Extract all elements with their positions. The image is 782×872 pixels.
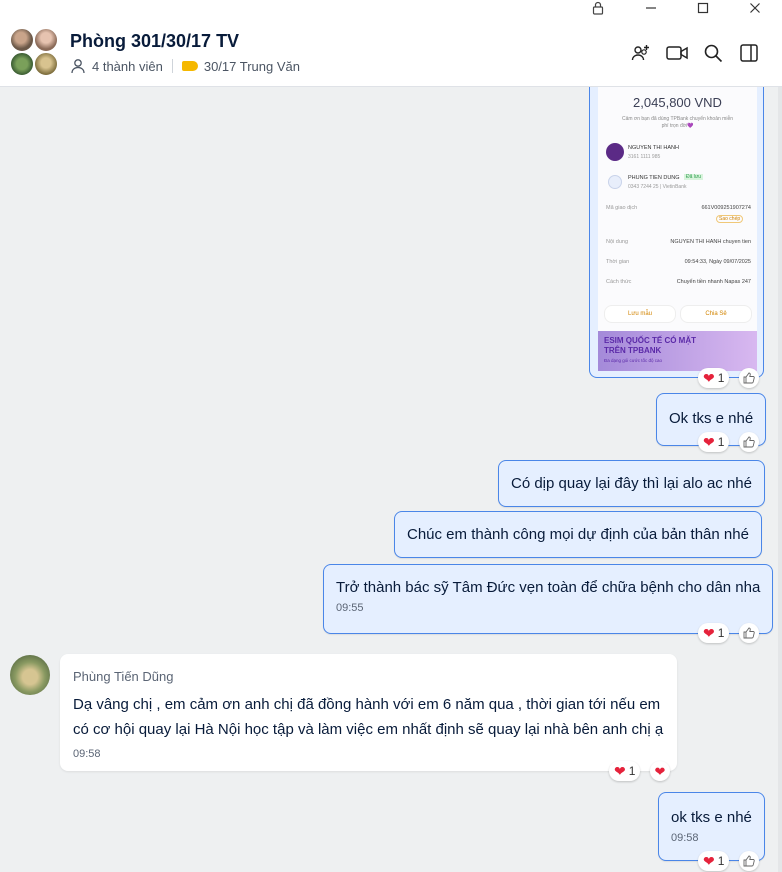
receiver-bank-logo: [608, 175, 622, 189]
incoming-message[interactable]: Phùng Tiến Dũng Dạ vâng chị , em cảm ơn …: [60, 654, 677, 771]
reaction-badge[interactable]: ❤ 1: [698, 432, 730, 452]
like-icon[interactable]: [739, 623, 759, 643]
chat-header: Phòng 301/30/17 TV 4 thành viên 30/17 Tr…: [0, 18, 782, 87]
add-member-icon[interactable]: [630, 42, 652, 64]
receipt-time-label: Thời gian: [606, 259, 630, 265]
receipt-txn-value: 661V009251907274: [701, 205, 751, 211]
like-icon[interactable]: [739, 368, 759, 388]
message-text: Dạ vâng chị , em cảm ơn anh chị đã đồng …: [73, 692, 664, 742]
reaction-badge[interactable]: ❤ 1: [698, 368, 730, 388]
message-text: Trở thành bác sỹ Tâm Đức vẹn toàn để chữ…: [336, 579, 761, 596]
maximize-button[interactable]: [688, 0, 718, 16]
message-text-line: có cơ hội quay lại Hà Nội học tập và làm…: [73, 721, 664, 738]
receipt-method-row: Cách thức Chuyển tiền nhanh Napas 247: [606, 279, 751, 285]
like-icon[interactable]: [739, 432, 759, 452]
group-meta: 4 thành viên 30/17 Trung Văn: [70, 58, 300, 74]
heart-icon: ❤: [703, 853, 715, 869]
member-count[interactable]: 4 thành viên: [92, 59, 163, 74]
tag-icon: [181, 61, 198, 71]
receipt-amount: 2,045,800 VND: [633, 95, 722, 110]
receipt-sender-account: 3161 1111 985: [628, 154, 661, 160]
reaction-count: 1: [717, 435, 725, 449]
image-message[interactable]: 2,045,800 VND Cảm ơn bạn đã dùng TPBank …: [589, 87, 764, 378]
reaction-badge[interactable]: ❤ 1: [609, 761, 641, 781]
receipt-receiver-name: PHUNG TIEN DUNG: [628, 175, 680, 181]
receipt-note: Cảm ơn bạn đã dùng TPBank chuyển khoản m…: [621, 116, 734, 129]
receipt-receiver-account: 0343 7244 25 | VietinBank: [628, 184, 687, 190]
receipt-banner-title: ESIM QUỐC TẾ CÓ MẶT TRÊN TPBANK: [604, 336, 696, 355]
receipt-banner-subtitle: Đa dạng gói cước tốc độ cao: [604, 358, 662, 363]
message-time: 09:58: [671, 832, 699, 844]
receipt-sender-name: NGUYEN THI HANH: [628, 145, 679, 151]
search-icon[interactable]: [702, 42, 724, 64]
receipt-time-value: 09:54:33, Ngày 09/07/2025: [684, 259, 751, 265]
member-avatar: [10, 28, 34, 52]
reaction-count: 1: [628, 764, 636, 778]
receipt-share-button: Chia Sẻ: [680, 305, 752, 323]
user-icon: [70, 58, 86, 74]
message-list[interactable]: 2,045,800 VND Cảm ơn bạn đã dùng TPBank …: [0, 87, 782, 872]
message-time: 09:58: [73, 748, 101, 760]
group-title[interactable]: Phòng 301/30/17 TV: [70, 31, 239, 52]
transfer-receipt-image[interactable]: 2,045,800 VND Cảm ơn bạn đã dùng TPBank …: [598, 87, 757, 371]
avatar[interactable]: [10, 655, 50, 695]
minimize-button[interactable]: [636, 0, 666, 16]
reaction-count: 1: [717, 854, 725, 868]
video-call-icon[interactable]: [666, 42, 688, 64]
member-avatar: [34, 52, 58, 76]
message-text-line: Dạ vâng chị , em cảm ơn anh chị đã đồng …: [73, 696, 661, 713]
receipt-save-button: Lưu mẫu: [604, 305, 676, 323]
heart-icon: ❤: [703, 625, 715, 641]
lock-icon[interactable]: [583, 0, 613, 16]
outgoing-message[interactable]: Chúc em thành công mọi dự định của bản t…: [394, 511, 762, 558]
message-text: Có dịp quay lại đây thì lại alo ac nhé: [511, 475, 752, 492]
receipt-method-value: Chuyển tiền nhanh Napas 247: [676, 279, 751, 285]
close-button[interactable]: [740, 0, 770, 16]
reaction-count: 1: [717, 626, 725, 640]
heart-icon: ❤: [703, 370, 715, 386]
heart-icon: ❤: [654, 763, 666, 779]
member-avatar: [34, 28, 58, 52]
receipt-content-row: Nội dung NGUYEN THI HANH chuyen tien: [606, 239, 751, 245]
receipt-saved-badge: Đã lưu: [684, 174, 704, 180]
heart-icon: ❤: [703, 434, 715, 450]
receipt-txn-row: Mã giao dịch 661V009251907274: [606, 205, 751, 211]
divider: [171, 59, 173, 73]
reaction-badge[interactable]: ❤ 1: [698, 851, 730, 871]
sender-name[interactable]: Phùng Tiến Dũng: [73, 669, 664, 684]
message-time: 09:55: [336, 602, 364, 614]
reaction-count: 1: [717, 371, 725, 385]
window-title-bar: [0, 0, 782, 18]
sender-bank-logo: [606, 143, 624, 161]
receipt-method-label: Cách thức: [606, 279, 632, 285]
group-tag-label[interactable]: 30/17 Trung Văn: [204, 59, 300, 74]
receipt-time-row: Thời gian 09:54:33, Ngày 09/07/2025: [606, 259, 751, 265]
receipt-banner: ESIM QUỐC TẾ CÓ MẶT TRÊN TPBANK Đa dạng …: [598, 331, 757, 371]
scrollbar[interactable]: [778, 87, 782, 872]
heart-react-button[interactable]: ❤: [650, 761, 670, 781]
member-avatar: [10, 52, 34, 76]
group-avatar[interactable]: [10, 28, 58, 76]
outgoing-message[interactable]: Có dịp quay lại đây thì lại alo ac nhé: [498, 460, 765, 507]
receipt-content-value: NGUYEN THI HANH chuyen tien: [670, 239, 751, 245]
message-text: Ok tks e nhé: [669, 410, 754, 427]
receipt-copy-button: Sao chép: [716, 215, 744, 223]
reaction-badge[interactable]: ❤ 1: [698, 623, 730, 643]
sidebar-toggle-icon[interactable]: [738, 42, 760, 64]
receipt-content-label: Nội dung: [606, 239, 629, 245]
message-text: Chúc em thành công mọi dự định của bản t…: [407, 526, 749, 543]
receipt-txn-label: Mã giao dịch: [606, 205, 638, 211]
heart-icon: ❤: [614, 763, 626, 779]
message-text: ok tks e nhé: [671, 809, 752, 826]
like-icon[interactable]: [739, 851, 759, 871]
